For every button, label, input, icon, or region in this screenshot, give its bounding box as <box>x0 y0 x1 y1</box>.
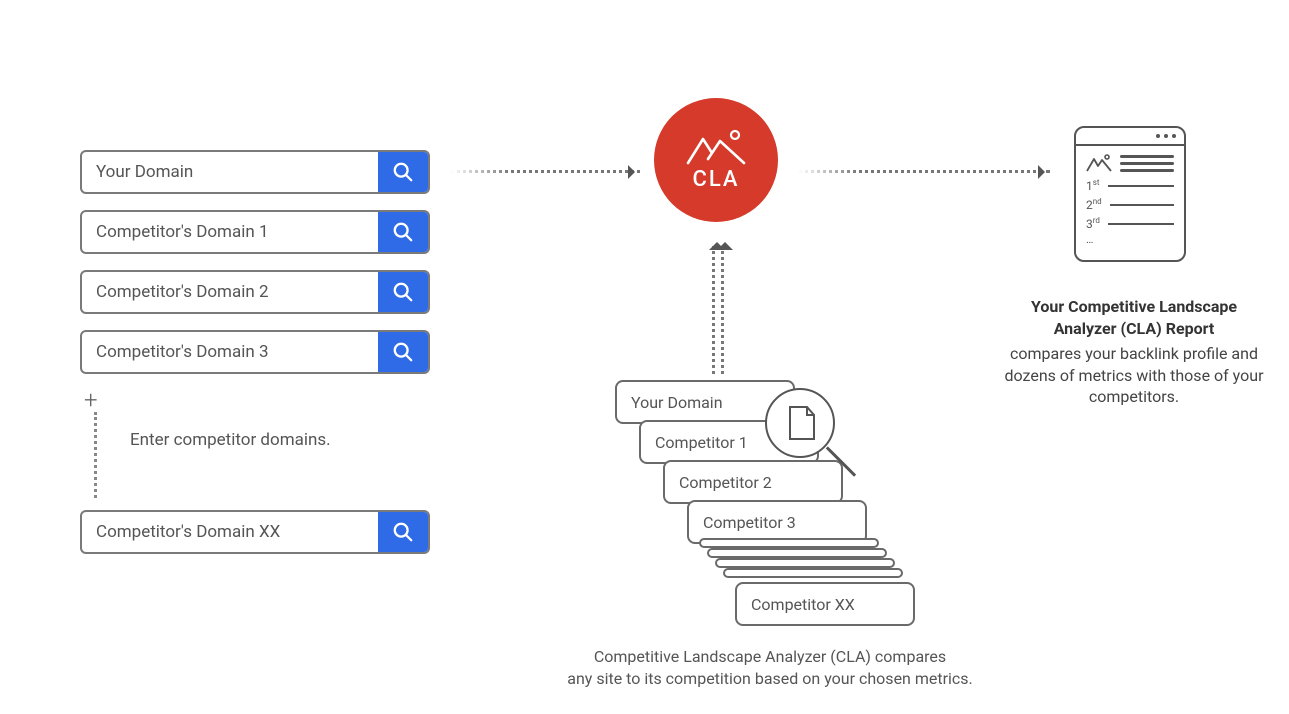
domain-card-stack: Your Domain Competitor 1 Competitor 2 Co… <box>615 380 865 640</box>
report-window-controls <box>1076 128 1184 146</box>
search-label: Competitor's Domain 2 <box>82 272 378 312</box>
search-label: Competitor's Domain XX <box>82 512 378 552</box>
report-icon: 1st 2nd 3rd … <box>1074 126 1186 262</box>
domain-input-column: Your Domain Competitor's Domain 1 Compet… <box>80 150 430 570</box>
cla-label: CLA <box>692 167 739 192</box>
arrow-stack-to-cla <box>712 246 724 374</box>
search-label: Competitor's Domain 1 <box>82 212 378 252</box>
search-icon[interactable] <box>378 212 428 252</box>
add-more-gap: + Enter competitor domains. <box>80 390 430 510</box>
search-row-competitor-2[interactable]: Competitor's Domain 2 <box>80 270 430 314</box>
arrow-cla-to-report <box>798 170 1050 173</box>
search-label: Competitor's Domain 3 <box>82 332 378 372</box>
stack-filler <box>715 558 895 568</box>
arrow-inputs-to-cla <box>450 170 640 173</box>
search-row-competitor-1[interactable]: Competitor's Domain 1 <box>80 210 430 254</box>
stack-card-competitor-2: Competitor 2 <box>663 460 843 504</box>
search-row-your-domain[interactable]: Your Domain <box>80 150 430 194</box>
vertical-dotted-line <box>94 412 97 498</box>
search-icon[interactable] <box>378 272 428 312</box>
rank-row-1: 1st <box>1076 176 1184 195</box>
search-row-competitor-xx[interactable]: Competitor's Domain XX <box>80 510 430 554</box>
stack-caption: Competitive Landscape Analyzer (CLA) com… <box>560 646 980 689</box>
rank-ellipsis: … <box>1076 233 1184 246</box>
search-icon[interactable] <box>378 152 428 192</box>
plus-icon[interactable]: + <box>84 386 98 414</box>
search-label: Your Domain <box>82 152 378 192</box>
rank-row-2: 2nd <box>1076 195 1184 214</box>
search-icon[interactable] <box>378 512 428 552</box>
rank-row-3: 3rd <box>1076 214 1184 233</box>
stack-filler <box>723 568 903 578</box>
mountain-icon <box>686 129 746 165</box>
cla-badge: CLA <box>654 98 778 222</box>
stack-card-competitor-xx: Competitor XX <box>735 582 915 626</box>
stack-filler <box>707 548 887 558</box>
enter-competitor-hint: Enter competitor domains. <box>130 430 331 450</box>
magnifier-overlay-icon <box>765 388 835 458</box>
mini-mountain-icon <box>1086 154 1112 172</box>
stack-filler <box>699 538 879 548</box>
search-icon[interactable] <box>378 332 428 372</box>
report-caption: Your Competitive Landscape Analyzer (CLA… <box>1004 296 1264 408</box>
search-row-competitor-3[interactable]: Competitor's Domain 3 <box>80 330 430 374</box>
